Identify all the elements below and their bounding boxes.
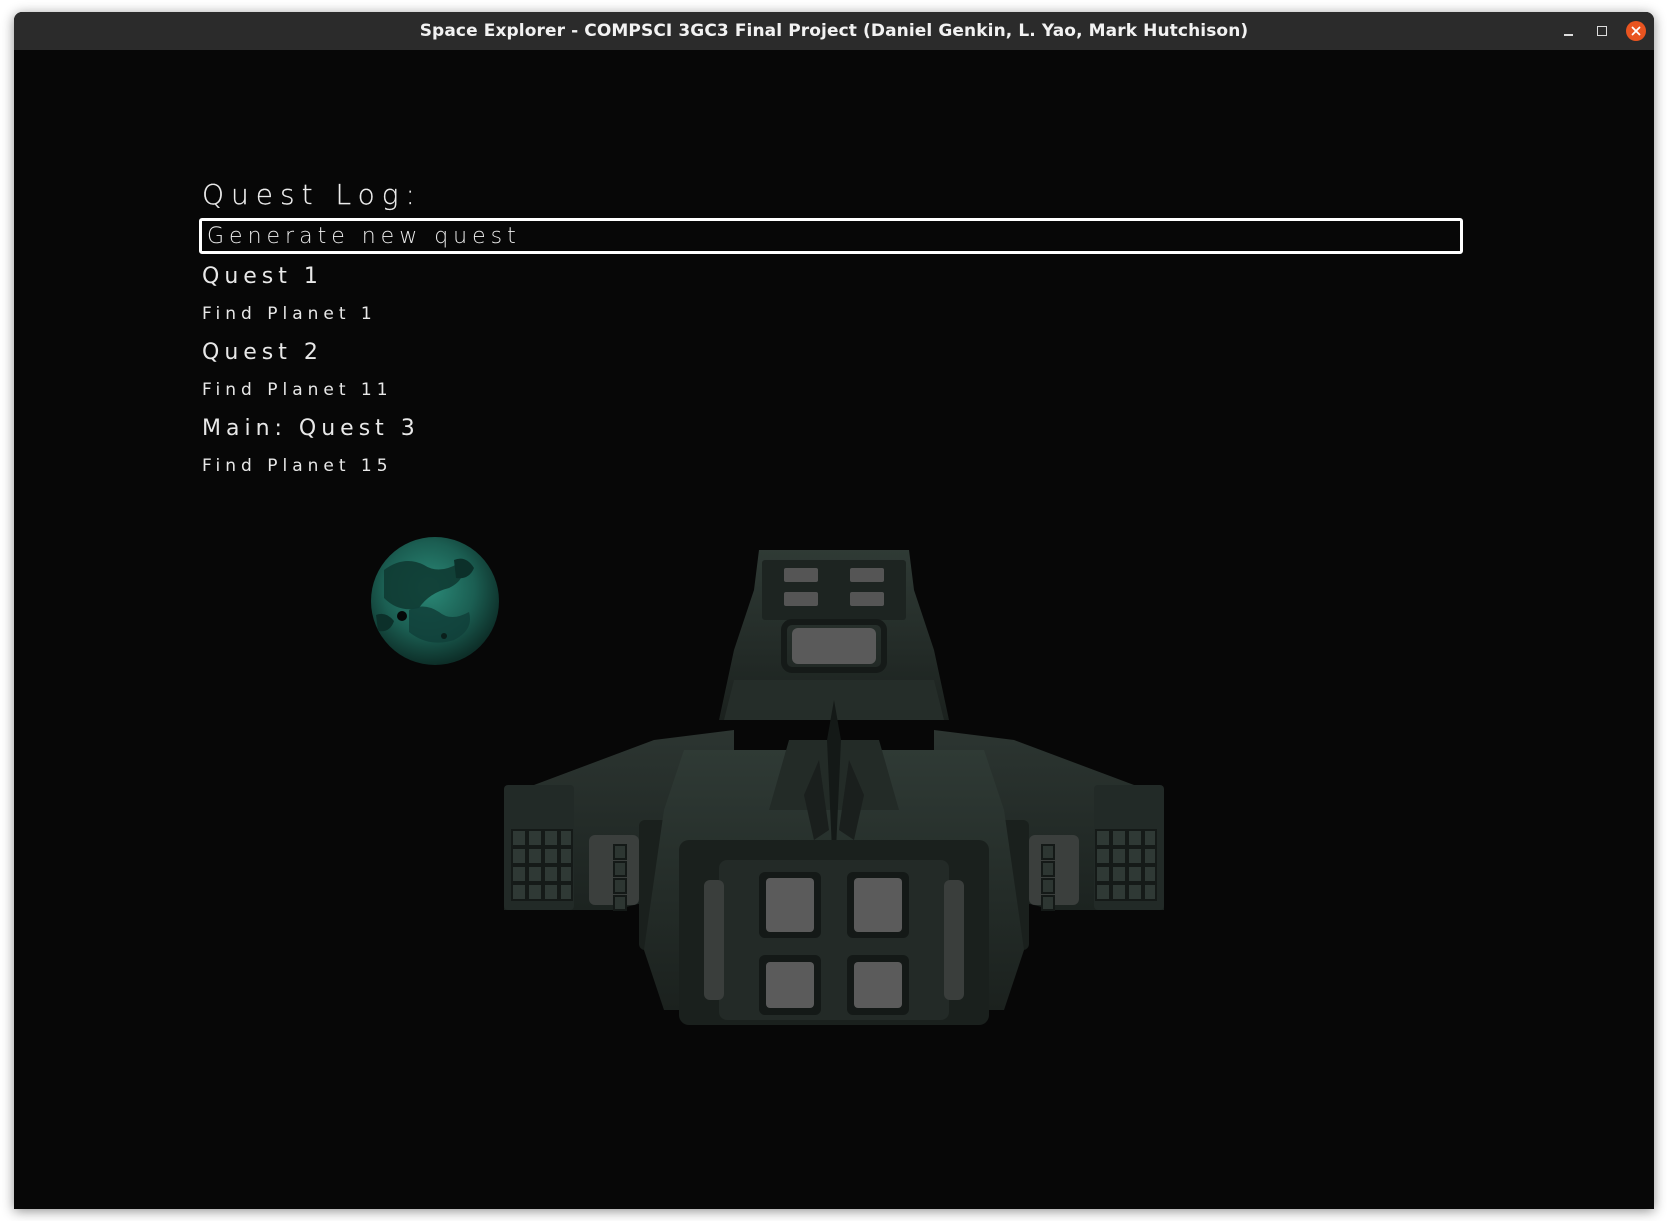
maximize-icon <box>1597 26 1607 36</box>
spaceship <box>504 550 1164 1025</box>
generate-quest-option[interactable]: Generate new quest <box>199 218 1463 254</box>
app-window: Space Explorer - COMPSCI 3GC3 Final Proj… <box>14 12 1654 1209</box>
quest-task-3: Find Planet 15 <box>202 456 393 476</box>
generate-quest-label: Generate new quest <box>207 224 521 249</box>
quest-entry-1[interactable]: Quest 1 <box>202 264 323 289</box>
minimize-icon <box>1563 33 1573 36</box>
quest-entry-2[interactable]: Quest 2 <box>202 340 323 365</box>
quest-log-title: Quest Log: <box>202 178 422 211</box>
window-title: Space Explorer - COMPSCI 3GC3 Final Proj… <box>419 21 1249 41</box>
quest-task-2: Find Planet 11 <box>202 380 393 400</box>
close-icon <box>1631 26 1641 36</box>
minimize-button[interactable] <box>1558 21 1578 41</box>
quest-entry-3[interactable]: Main: Quest 3 <box>202 416 420 441</box>
close-button[interactable] <box>1626 21 1646 41</box>
planet <box>371 537 499 665</box>
game-viewport[interactable]: Quest Log: Generate new quest Quest 1 Fi… <box>14 50 1654 1209</box>
maximize-button[interactable] <box>1592 21 1612 41</box>
title-bar[interactable]: Space Explorer - COMPSCI 3GC3 Final Proj… <box>14 12 1654 50</box>
quest-task-1: Find Planet 1 <box>202 304 377 324</box>
